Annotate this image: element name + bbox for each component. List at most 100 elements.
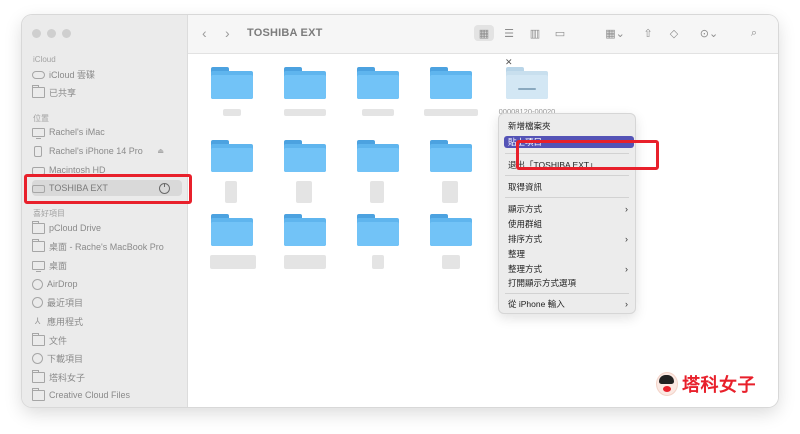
sidebar-item-creative-cloud[interactable]: Creative Cloud Files [32, 387, 182, 403]
menu-item-label: 打開顯示方式選項 [508, 278, 577, 288]
cloud-icon [32, 71, 45, 79]
zoom-window-button[interactable] [62, 29, 71, 38]
finder-window: iCloud iCloud 雲碟 已共享 位置 Rachel's iMac Ra… [22, 15, 778, 407]
folder-item[interactable] [430, 67, 472, 99]
sidebar-item-takenu[interactable]: 塔科女子 [32, 369, 182, 385]
menu-item-label: 排序方式 [508, 234, 543, 244]
airdrop-icon [32, 278, 43, 290]
menu-item-import-from-iphone[interactable]: 從 iPhone 輸入 › [508, 298, 628, 310]
blurred-filename [210, 255, 256, 269]
folder-item[interactable] [284, 140, 326, 172]
sidebar: iCloud iCloud 雲碟 已共享 位置 Rachel's iMac Ra… [22, 15, 188, 407]
sidebar-item-label: pCloud Drive [49, 223, 102, 233]
sidebar-item-label: 已共享 [49, 87, 77, 98]
folder-item[interactable] [211, 214, 253, 246]
clock-icon [32, 296, 43, 308]
folder-item[interactable] [284, 214, 326, 246]
blurred-filename [370, 181, 384, 203]
sidebar-item-icloud-drive[interactable]: iCloud 雲碟 [32, 66, 182, 82]
avatar-icon [656, 372, 678, 396]
folder-item[interactable] [357, 140, 399, 172]
chevron-right-icon: › [625, 204, 628, 214]
sidebar-item-label: Rachel's iPhone 14 Pro [49, 146, 143, 156]
sidebar-item-label: Creative Cloud Files [49, 390, 131, 400]
download-icon [32, 352, 43, 364]
menu-item-clean-up-by[interactable]: 整理方式 › [508, 263, 628, 275]
blurred-filename [362, 109, 394, 116]
menu-item-label: 取得資訊 [508, 182, 543, 192]
blurred-filename [424, 109, 478, 116]
sidebar-item-label: 桌面 [49, 260, 68, 271]
close-window-button[interactable] [32, 29, 41, 38]
tag-icon[interactable]: ◇ [666, 25, 682, 41]
menu-separator [505, 197, 629, 198]
eject-icon[interactable]: ⏏ [157, 147, 164, 155]
sidebar-item-documents[interactable]: 文件 [32, 332, 182, 348]
forward-button[interactable]: › [225, 25, 230, 41]
chevron-right-icon: › [625, 234, 628, 244]
sidebar-item-label: 下載項目 [47, 353, 84, 364]
blurred-filename [442, 255, 460, 269]
folder-item[interactable] [430, 140, 472, 172]
search-icon[interactable]: ⌕ [746, 25, 762, 41]
blurred-filename [284, 109, 326, 116]
window-title: TOSHIBA EXT [247, 27, 323, 39]
menu-item-get-info[interactable]: 取得資訊 [508, 181, 628, 193]
watermark-text: 塔科女子 [682, 375, 756, 395]
menu-item-use-groups[interactable]: 使用群組 [508, 218, 628, 230]
sidebar-item-shared[interactable]: 已共享 [32, 84, 182, 100]
folder-icon [32, 220, 45, 234]
folder-item[interactable] [211, 140, 253, 172]
menu-item-show-view-options[interactable]: 打開顯示方式選項 [508, 277, 628, 289]
dragged-folder[interactable] [506, 67, 548, 99]
sidebar-item-label: iCloud 雲碟 [49, 69, 96, 80]
chevron-right-icon: › [625, 299, 628, 309]
toolbar: ‹ › TOSHIBA EXT ▦ ☰ ▥ ▭ ▦⌄ ⇧ ◇ ⊙⌄ ⌕ [188, 15, 778, 54]
menu-item-new-folder[interactable]: 新增檔案夾 [508, 120, 628, 132]
icon-view-icon[interactable]: ▦ [474, 25, 494, 41]
sidebar-item-applications[interactable]: ⅄ 應用程式 [32, 313, 182, 329]
sidebar-item-iphone[interactable]: Rachel's iPhone 14 Pro ⏏ [32, 143, 182, 159]
sidebar-item-desktop-macbook[interactable]: 桌面 - Rache's MacBook Pro [32, 238, 182, 254]
minimize-window-button[interactable] [47, 29, 56, 38]
highlight-box-paste [516, 140, 659, 170]
blurred-filename [284, 255, 326, 269]
menu-separator [505, 293, 629, 294]
sidebar-item-label: 應用程式 [47, 316, 84, 327]
menu-item-sort-by[interactable]: 排序方式 › [508, 233, 628, 245]
sidebar-item-label: 塔科女子 [49, 372, 86, 383]
share-icon[interactable]: ⇧ [640, 25, 656, 41]
chevron-right-icon: › [625, 264, 628, 274]
back-button[interactable]: ‹ [202, 25, 207, 41]
folder-icon [32, 387, 45, 401]
sidebar-item-desktop[interactable]: 桌面 [32, 257, 182, 273]
column-view-icon[interactable]: ▥ [526, 25, 544, 41]
menu-item-clean-up[interactable]: 整理 [508, 248, 628, 260]
gallery-view-icon[interactable]: ▭ [551, 25, 569, 41]
blurred-filename [225, 181, 237, 203]
list-view-icon[interactable]: ☰ [500, 25, 518, 41]
more-icon[interactable]: ⊙⌄ [697, 25, 721, 41]
computer-icon [32, 127, 45, 139]
folder-item[interactable] [430, 214, 472, 246]
desktop-icon [32, 260, 45, 272]
highlight-box-toshiba [24, 174, 192, 204]
sidebar-section-icloud: iCloud [33, 55, 56, 64]
sidebar-item-recents[interactable]: 最近項目 [32, 294, 182, 310]
sidebar-item-imac[interactable]: Rachel's iMac [32, 124, 182, 140]
folder-item[interactable] [211, 67, 253, 99]
menu-separator [505, 175, 629, 176]
document-icon [32, 332, 45, 346]
menu-item-label: 使用群組 [508, 219, 543, 229]
group-icon[interactable]: ▦⌄ [602, 25, 628, 41]
sidebar-item-downloads[interactable]: 下載項目 [32, 350, 182, 366]
folder-item[interactable] [284, 67, 326, 99]
shared-folder-icon [32, 84, 45, 98]
folder-item[interactable] [357, 214, 399, 246]
sidebar-item-pcloud[interactable]: pCloud Drive [32, 220, 182, 236]
folder-item[interactable] [357, 67, 399, 99]
menu-item-view-as[interactable]: 顯示方式 › [508, 203, 628, 215]
sidebar-item-label: 最近項目 [47, 297, 84, 308]
sidebar-item-airdrop[interactable]: AirDrop [32, 276, 182, 292]
sidebar-item-label: 文件 [49, 335, 68, 346]
